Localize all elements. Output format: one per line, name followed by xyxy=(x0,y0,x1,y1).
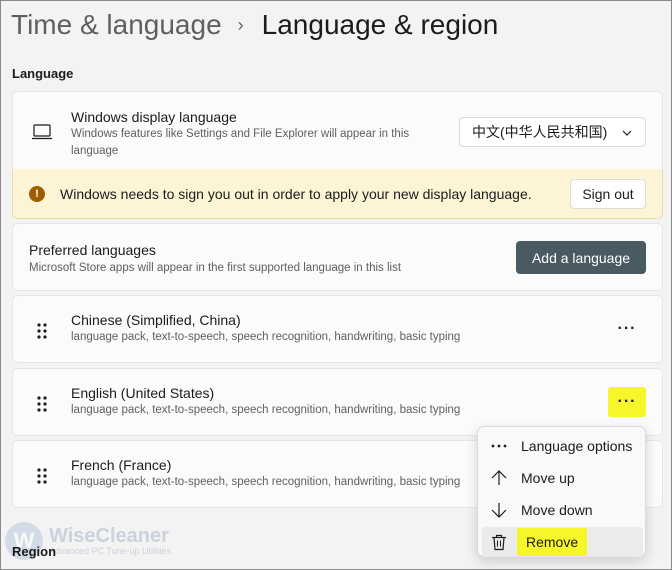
signout-warning-bar: ! Windows needs to sign you out in order… xyxy=(12,169,663,219)
language-features: language pack, text-to-speech, speech re… xyxy=(71,331,461,343)
preferred-languages-card: Preferred languages Microsoft Store apps… xyxy=(12,223,663,291)
more-options-button[interactable]: ··· xyxy=(608,314,646,344)
watermark-subtitle: Advanced PC Tune-up Utilities xyxy=(49,546,172,556)
chevron-down-icon xyxy=(622,130,632,136)
laptop-icon xyxy=(32,124,52,140)
language-name: English (United States) xyxy=(71,385,215,401)
language-name: Chinese (Simplified, China) xyxy=(71,312,241,328)
display-language-description: Windows features like Settings and File … xyxy=(71,128,410,157)
section-title-language: Language xyxy=(12,66,74,81)
arrow-down-icon xyxy=(489,500,509,520)
menu-item-language-options[interactable]: Language options xyxy=(482,431,643,461)
display-language-select[interactable]: 中文(中华人民共和国) xyxy=(459,117,646,147)
language-features: language pack, text-to-speech, speech re… xyxy=(71,476,461,488)
display-language-value: 中文(中华人民共和国) xyxy=(472,124,608,140)
more-options-button[interactable]: ··· xyxy=(608,387,646,417)
menu-item-move-up[interactable]: Move up xyxy=(482,463,643,493)
menu-item-label: Language options xyxy=(521,438,633,454)
language-row-chinese[interactable]: Chinese (Simplified, China) language pac… xyxy=(12,295,663,363)
trash-icon xyxy=(489,532,509,552)
drag-handle-icon[interactable] xyxy=(35,321,49,341)
breadcrumb: Time & language › Language & region xyxy=(11,9,498,41)
page-title: Language & region xyxy=(261,9,499,40)
drag-handle-icon[interactable] xyxy=(35,394,49,414)
watermark-title: WiseCleaner xyxy=(49,525,169,547)
drag-handle-icon[interactable] xyxy=(35,466,49,486)
menu-item-remove[interactable]: Remove xyxy=(482,527,643,557)
preferred-languages-title: Preferred languages xyxy=(29,242,156,258)
menu-item-label: Move up xyxy=(521,470,575,486)
chevron-right-icon: › xyxy=(237,14,244,35)
language-name: French (France) xyxy=(71,457,172,473)
menu-item-label: Remove xyxy=(517,528,588,556)
language-context-menu: Language options Move up Move down Remov… xyxy=(477,426,646,557)
language-features: language pack, text-to-speech, speech re… xyxy=(71,404,461,416)
breadcrumb-parent[interactable]: Time & language xyxy=(11,9,222,41)
warning-text: Windows needs to sign you out in order t… xyxy=(60,186,532,202)
display-language-title: Windows display language xyxy=(71,109,237,125)
display-language-card: Windows display language Windows feature… xyxy=(12,91,663,170)
arrow-up-icon xyxy=(489,468,509,488)
menu-item-label: Move down xyxy=(521,502,593,518)
sign-out-button[interactable]: Sign out xyxy=(570,179,646,209)
more-horizontal-icon xyxy=(489,436,509,456)
menu-item-move-down[interactable]: Move down xyxy=(482,495,643,525)
section-title-region: Region xyxy=(12,544,57,559)
preferred-languages-description: Microsoft Store apps will appear in the … xyxy=(29,262,402,274)
warning-icon: ! xyxy=(29,186,45,202)
add-language-button[interactable]: Add a language xyxy=(516,241,646,274)
